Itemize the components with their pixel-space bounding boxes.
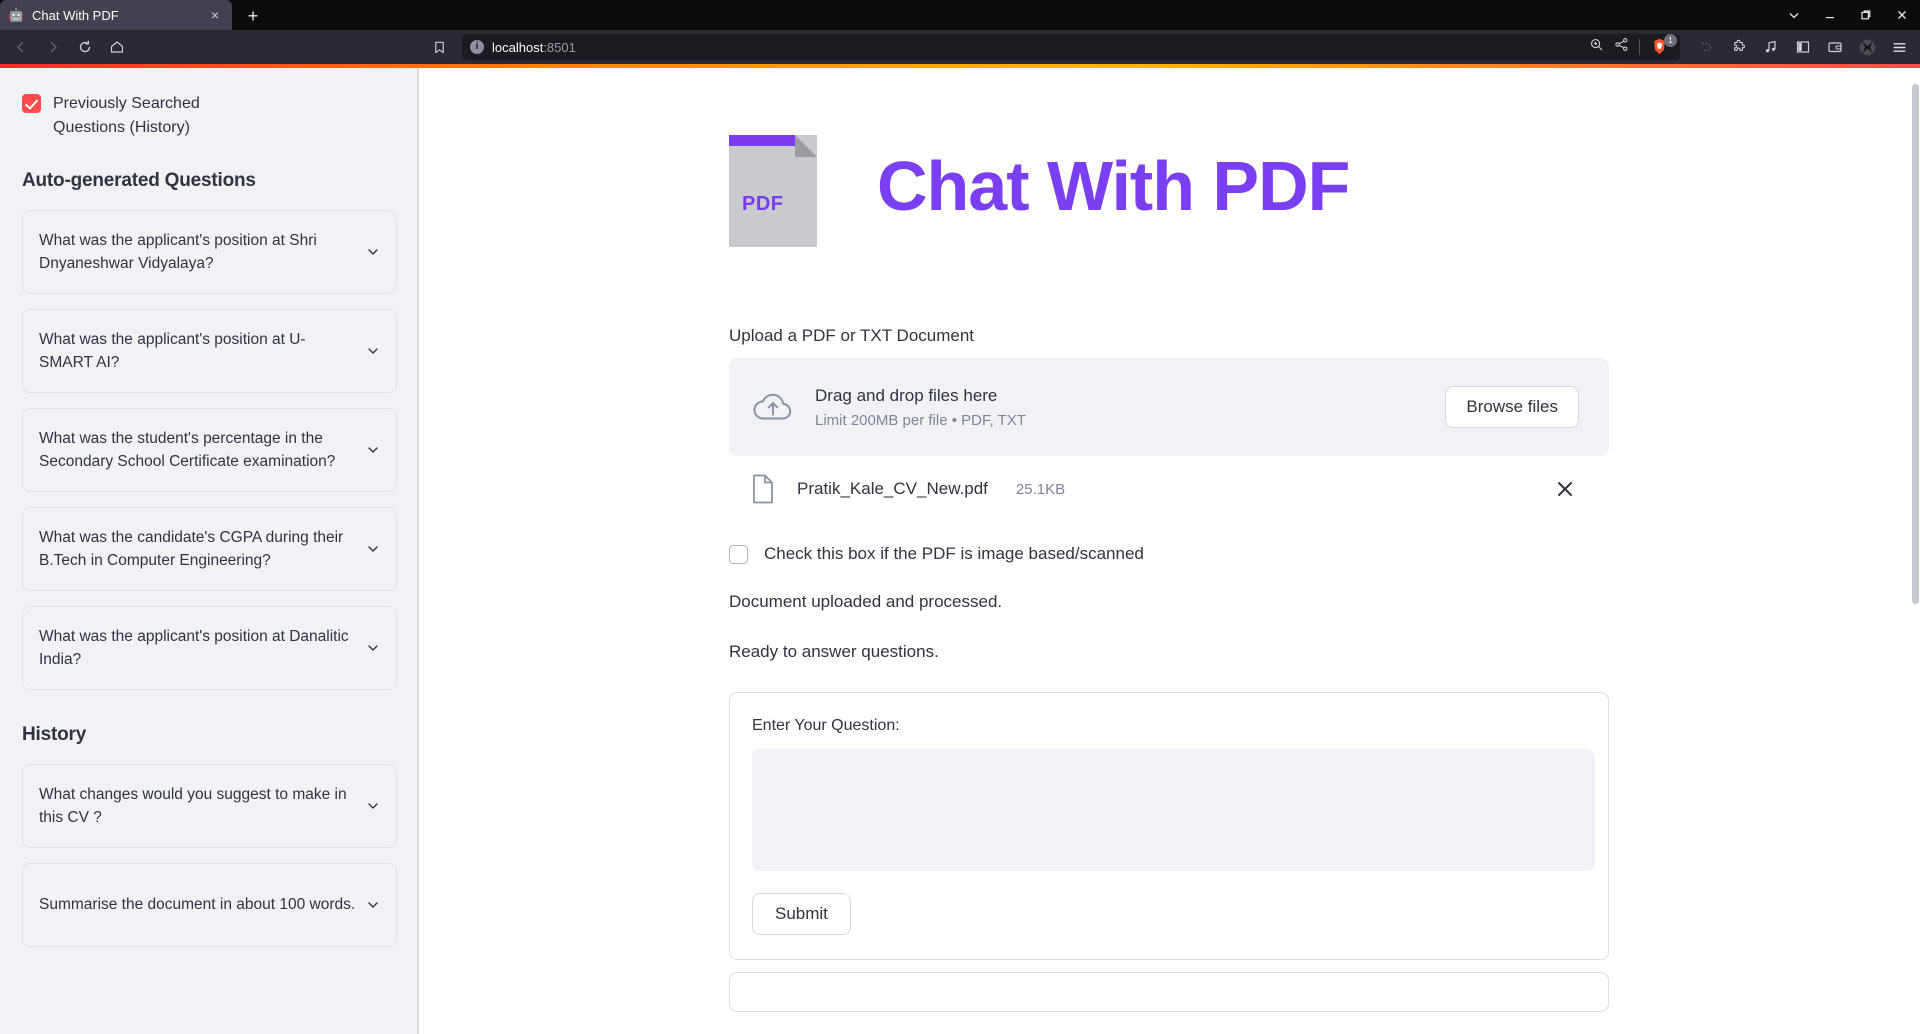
browser-tab[interactable]: 🤖 Chat With PDF × [0,0,232,30]
window-controls [1776,0,1920,30]
submit-button[interactable]: Submit [752,893,851,935]
url-port: :8501 [543,39,576,55]
document-icon [751,474,779,504]
sync-icon[interactable] [1692,33,1722,61]
chevron-down-icon[interactable] [366,641,380,655]
auto-question-item[interactable]: What was the candidate's CGPA during the… [22,507,397,591]
history-question-item[interactable]: What changes would you suggest to make i… [22,764,397,848]
chevron-down-icon[interactable] [366,443,380,457]
extensions-puzzle-icon[interactable] [1724,33,1754,61]
question-label: Enter Your Question: [752,717,900,734]
navigation-toolbar: i localhost:8501 1 [0,30,1920,64]
toolbar-right-actions [1688,33,1914,61]
history-checkbox-label: Previously Searched Questions (History) [53,95,200,136]
address-bar-actions: 1 [1589,34,1677,57]
remove-file-icon[interactable] [1551,475,1579,503]
main-content: PDF Chat With PDF Upload a PDF or TXT Do… [419,64,1920,1034]
page-title: Chat With PDF [877,147,1350,225]
back-icon[interactable] [6,33,36,61]
chevron-down-icon[interactable] [366,245,380,259]
site-info-icon[interactable]: i [470,40,484,54]
auto-question-label: What was the student's percentage in the… [39,429,336,470]
url-text: localhost:8501 [492,40,1581,55]
page-scrollbar[interactable] [1911,64,1920,1034]
history-question-label: What changes would you suggest to make i… [39,785,347,826]
share-icon[interactable] [1614,37,1629,57]
dropzone-texts: Drag and drop files here Limit 200MB per… [815,386,1425,429]
sidebar: Previously Searched Questions (History) … [0,64,419,1034]
auto-question-label: What was the candidate's CGPA during the… [39,528,344,569]
url-host: localhost [492,39,544,55]
history-checkbox[interactable] [22,94,41,113]
close-icon[interactable] [1884,0,1920,30]
browse-files-button[interactable]: Browse files [1445,386,1579,428]
bookmark-icon[interactable] [424,33,454,61]
zoom-in-icon[interactable] [1589,37,1604,57]
restore-icon[interactable] [1848,0,1884,30]
auto-question-item[interactable]: What was the student's percentage in the… [22,408,397,492]
auto-question-item[interactable]: What was the applicant's position at Dan… [22,606,397,690]
pdf-logo-word: PDF [742,193,784,215]
history-heading: History [22,724,87,745]
file-dropzone[interactable]: Drag and drop files here Limit 200MB per… [729,358,1609,456]
history-checkbox-row[interactable]: Previously Searched Questions (History) [22,92,397,140]
minimize-icon[interactable] [1812,0,1848,30]
history-question-label: Summarise the document in about 100 word… [39,896,356,914]
auto-question-item[interactable]: What was the applicant's position at U-S… [22,309,397,393]
streamlit-running-bar [0,64,1920,68]
brave-rewards-icon[interactable]: 1 [1650,34,1677,57]
pdf-file-icon: PDF [729,125,817,247]
chevron-down-icon[interactable] [366,542,380,556]
music-icon[interactable] [1756,33,1786,61]
rewards-badge-count: 1 [1664,34,1677,47]
sidebar-icon[interactable] [1788,33,1818,61]
auto-question-label: What was the applicant's position at Dan… [39,627,349,668]
tab-title: Chat With PDF [32,7,119,23]
auto-question-item[interactable]: What was the applicant's position at Shr… [22,210,397,294]
auto-question-label: What was the applicant's position at U-S… [39,330,306,371]
wallet-icon[interactable] [1820,33,1850,61]
uploaded-file-row: Pratik_Kale_CV_New.pdf 25.1KB [729,456,1609,522]
chevron-down-icon[interactable] [366,898,380,912]
history-question-item[interactable]: Summarise the document in about 100 word… [22,863,397,947]
forward-icon[interactable] [38,33,68,61]
uploaded-file-name: Pratik_Kale_CV_New.pdf [797,479,988,498]
address-bar[interactable]: i localhost:8501 1 [462,34,1680,60]
chevron-down-icon[interactable] [366,799,380,813]
reload-icon[interactable] [70,33,100,61]
cloud-upload-icon [751,389,795,425]
tab-strip: 🤖 Chat With PDF × + [0,0,1920,30]
auto-generated-questions-heading: Auto-generated Questions [22,170,256,191]
brave-shields-icon[interactable] [1852,33,1882,61]
list-all-tabs-icon[interactable] [1776,0,1812,30]
page-content: Previously Searched Questions (History) … [0,64,1920,1034]
page-scrollbar-thumb[interactable] [1912,84,1919,604]
uploaded-file-size: 25.1KB [1015,480,1066,498]
new-tab-button[interactable]: + [238,2,268,30]
browser-window: 🤖 Chat With PDF × + i localhost:8501 1 P… [0,0,1920,1034]
question-input[interactable] [752,749,1595,871]
next-section-partial [729,972,1609,1012]
dropzone-headline: Drag and drop files here [815,385,998,405]
app-header: PDF Chat With PDF [729,124,1609,248]
question-form: Enter Your Question: Submit [729,692,1609,960]
scanned-pdf-checkbox-label: Check this box if the PDF is image based… [764,544,1144,563]
tab-close-icon[interactable]: × [206,6,224,24]
menu-icon[interactable] [1884,33,1914,61]
status-uploaded: Document uploaded and processed. [729,592,1003,611]
robot-icon: 🤖 [8,7,25,22]
chevron-down-icon[interactable] [366,344,380,358]
dropzone-limit: Limit 200MB per file • PDF, TXT [815,411,1026,429]
auto-question-label: What was the applicant's position at Shr… [39,231,317,272]
home-icon[interactable] [102,33,132,61]
uploader-label: Upload a PDF or TXT Document [729,326,975,345]
status-ready: Ready to answer questions. [729,642,939,661]
scanned-pdf-checkbox-row[interactable]: Check this box if the PDF is image based… [729,544,1609,564]
toolbar-divider [1639,39,1640,55]
scanned-pdf-checkbox[interactable] [729,544,748,564]
